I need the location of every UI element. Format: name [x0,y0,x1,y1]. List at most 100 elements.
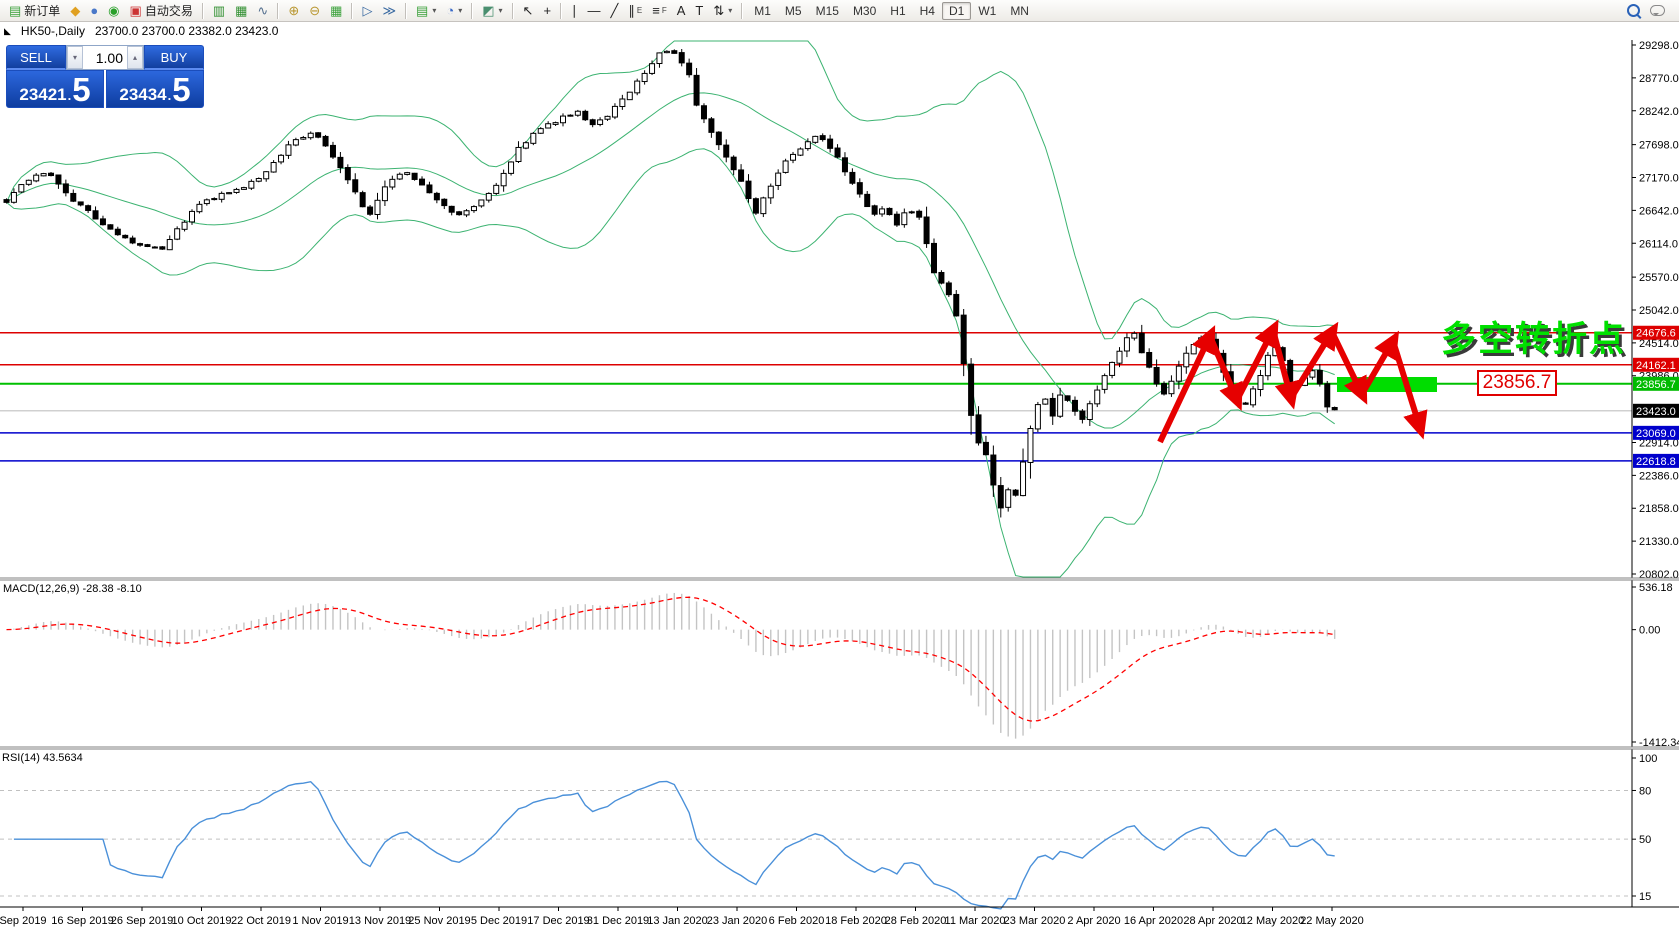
svg-text:22 May 2020: 22 May 2020 [1300,915,1364,927]
zoom-out-icon: ⊖ [309,4,320,17]
gold-button[interactable]: ◆ [65,2,85,20]
tab-m30[interactable]: M30 [846,2,883,20]
svg-text:2 Apr 2020: 2 Apr 2020 [1067,915,1120,927]
chart-shift-button[interactable]: ▷ [357,2,377,20]
tab-m5[interactable]: M5 [778,2,809,20]
svg-text:24676.6: 24676.6 [1636,328,1676,340]
svg-text:24162.1: 24162.1 [1636,360,1676,372]
separator [351,3,353,19]
rsi-label: RSI(14) 43.5634 [2,752,83,764]
volume-decrease-button[interactable]: ▾ [67,46,83,69]
line-chart-icon: ∿ [257,4,268,17]
separator [202,3,204,19]
sell-price-main: 23421 [19,85,66,105]
vertical-line-icon: ∣ [571,4,578,17]
new-order-button[interactable]: ▤ 新订单 [4,2,65,20]
separator [277,3,279,19]
buy-price-main: 23434 [119,85,166,105]
template-icon: ◩ [482,4,494,17]
text-button[interactable]: A [672,2,691,20]
svg-text:22386.0: 22386.0 [1639,470,1679,482]
tile-windows-button[interactable]: ▦ [325,2,347,20]
tab-h4[interactable]: H4 [913,2,942,20]
buy-price-button[interactable]: 23434 . 5 [106,70,204,108]
buy-price-fraction: 5 [172,75,190,105]
auto-scroll-button[interactable]: ≫ [377,2,401,20]
signals-button[interactable]: ◉ [103,2,124,20]
text-label-icon: T [695,4,703,17]
clock-icon: ◔ [446,4,454,17]
equidistant-channel-button[interactable]: ∥E [623,2,647,20]
signals-icon: ◉ [108,4,119,17]
text-label-button[interactable]: T [690,2,708,20]
zoom-in-icon: ⊕ [288,4,299,17]
crosshair-button[interactable]: + [538,2,556,20]
separator [741,3,743,19]
dropdown-arrow-icon: ▾ [432,6,436,15]
tab-m1[interactable]: M1 [747,2,778,20]
autotrading-label: 自动交易 [145,2,193,19]
fibonacci-button[interactable]: ≡F [647,2,671,20]
bar-chart-icon: ▥ [213,4,225,17]
search-icon[interactable] [1627,4,1640,17]
tile-windows-icon: ▦ [330,4,342,17]
sell-price-fraction: 5 [72,75,90,105]
svg-text:12 May 2020: 12 May 2020 [1241,915,1305,927]
fibonacci-icon: ≡ [652,4,660,17]
symbol-period-label: HK50-,Daily [21,24,85,38]
macd-label: MACD(12,26,9) -28.38 -8.10 [3,583,142,595]
tab-w1[interactable]: W1 [971,2,1003,20]
line-chart-mode-button[interactable]: ∿ [252,2,273,20]
sell-price-button[interactable]: 23421 . 5 [6,70,104,108]
zoom-in-button[interactable]: ⊕ [283,2,304,20]
autotrading-icon: ▣ [130,4,142,17]
new-order-icon: ▤ [9,4,21,17]
svg-text:28 Feb 2020: 28 Feb 2020 [885,915,947,927]
svg-text:28 Apr 2020: 28 Apr 2020 [1183,915,1242,927]
svg-text:23856.7: 23856.7 [1636,379,1676,391]
tab-m15[interactable]: M15 [809,2,846,20]
svg-text:11 Mar 2020: 11 Mar 2020 [945,915,1006,927]
vertical-line-button[interactable]: ∣ [566,2,583,20]
svg-text:10 Oct 2019: 10 Oct 2019 [172,915,232,927]
candlestick-mode-button[interactable]: ▦ [230,2,252,20]
profile-button[interactable]: ● [85,2,103,20]
chart-shift-icon: ▷ [362,4,372,17]
sell-button[interactable]: SELL [6,45,66,70]
volume-increase-button[interactable]: ▴ [127,46,143,69]
trendline-button[interactable]: ╱ [606,2,624,20]
channel-icon: ∥ [628,4,635,17]
chart-menu-icon[interactable]: ◣ [4,26,11,37]
svg-text:29298.0: 29298.0 [1639,40,1679,52]
svg-text:25042.0: 25042.0 [1639,305,1679,317]
new-chart-icon: ▤ [416,4,428,17]
new-chart-button[interactable]: ▤▾ [411,2,441,20]
profile-icon: ● [90,4,98,17]
gold-icon: ◆ [70,4,80,17]
tab-h1[interactable]: H1 [883,2,912,20]
arrow-tools-button[interactable]: ⇅▾ [708,2,737,20]
cursor-button[interactable]: ↖ [518,2,539,20]
chat-icon[interactable] [1650,5,1665,16]
chart-canvas[interactable]: 29298.028770.028242.027698.027170.026642… [0,0,1679,942]
period-dropdown-button[interactable]: ◔▾ [441,2,467,20]
autotrading-button[interactable]: ▣ 自动交易 [125,2,198,20]
bar-chart-mode-button[interactable]: ▥ [208,2,230,20]
tab-d1[interactable]: D1 [942,2,971,20]
zoom-out-button[interactable]: ⊖ [304,2,325,20]
tab-mn[interactable]: MN [1003,2,1036,20]
svg-text:17 Dec 2019: 17 Dec 2019 [527,915,589,927]
dropdown-arrow-icon: ▾ [499,6,503,15]
candlestick-icon: ▦ [235,4,247,17]
separator [405,3,407,19]
volume-value[interactable]: 1.00 [83,46,127,69]
template-button[interactable]: ◩▾ [477,2,507,20]
svg-text:28770.0: 28770.0 [1639,73,1679,85]
separator [471,3,473,19]
svg-text:Sep 2019: Sep 2019 [0,915,47,927]
buy-button[interactable]: BUY [144,45,204,70]
horizontal-line-button[interactable]: ― [583,2,606,20]
svg-text:18 Feb 2020: 18 Feb 2020 [825,915,887,927]
svg-text:22618.8: 22618.8 [1636,456,1676,468]
volume-field[interactable]: ▾ 1.00 ▴ [66,45,144,70]
